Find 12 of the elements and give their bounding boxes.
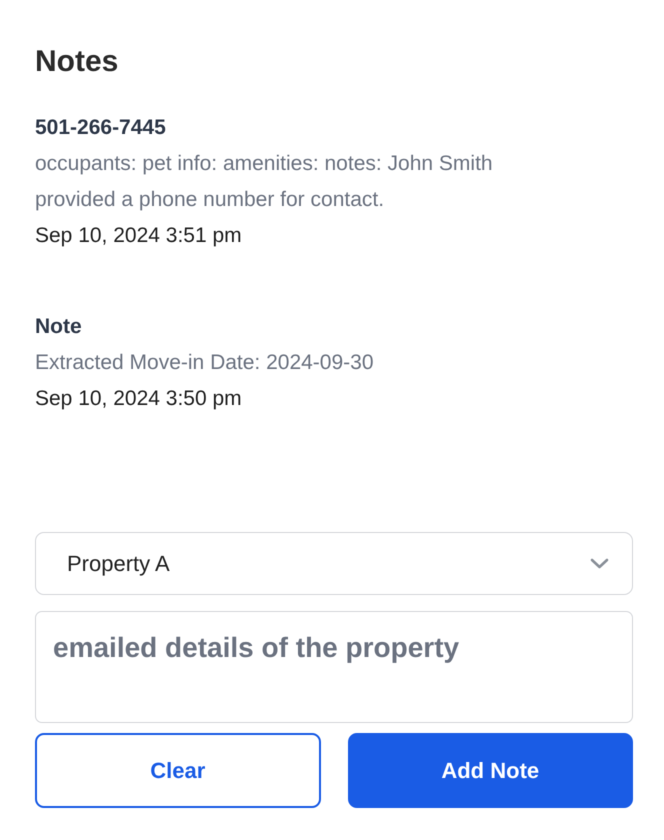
note-heading: Note: [35, 314, 83, 340]
notes-title: Notes: [35, 44, 120, 80]
note-heading: 501-266-7445: [35, 115, 167, 141]
property-select[interactable]: Property A: [35, 532, 633, 595]
note-text: occupants: pet info: amenities: notes: John Smith provided a phone number for contact.: [35, 151, 494, 213]
note-timestamp: Sep 10, 2024 3:50 pm: [35, 386, 243, 412]
note-timestamp: Sep 10, 2024 3:51 pm: [35, 223, 243, 249]
chevron-down-icon: [590, 558, 609, 569]
add-note-button[interactable]: Add Note: [348, 733, 633, 808]
note-text: Extracted Move-in Date: 2024-09-30: [35, 350, 375, 376]
note-field[interactable]: emailed details of the property: [35, 611, 633, 723]
clear-button[interactable]: Clear: [35, 733, 320, 808]
